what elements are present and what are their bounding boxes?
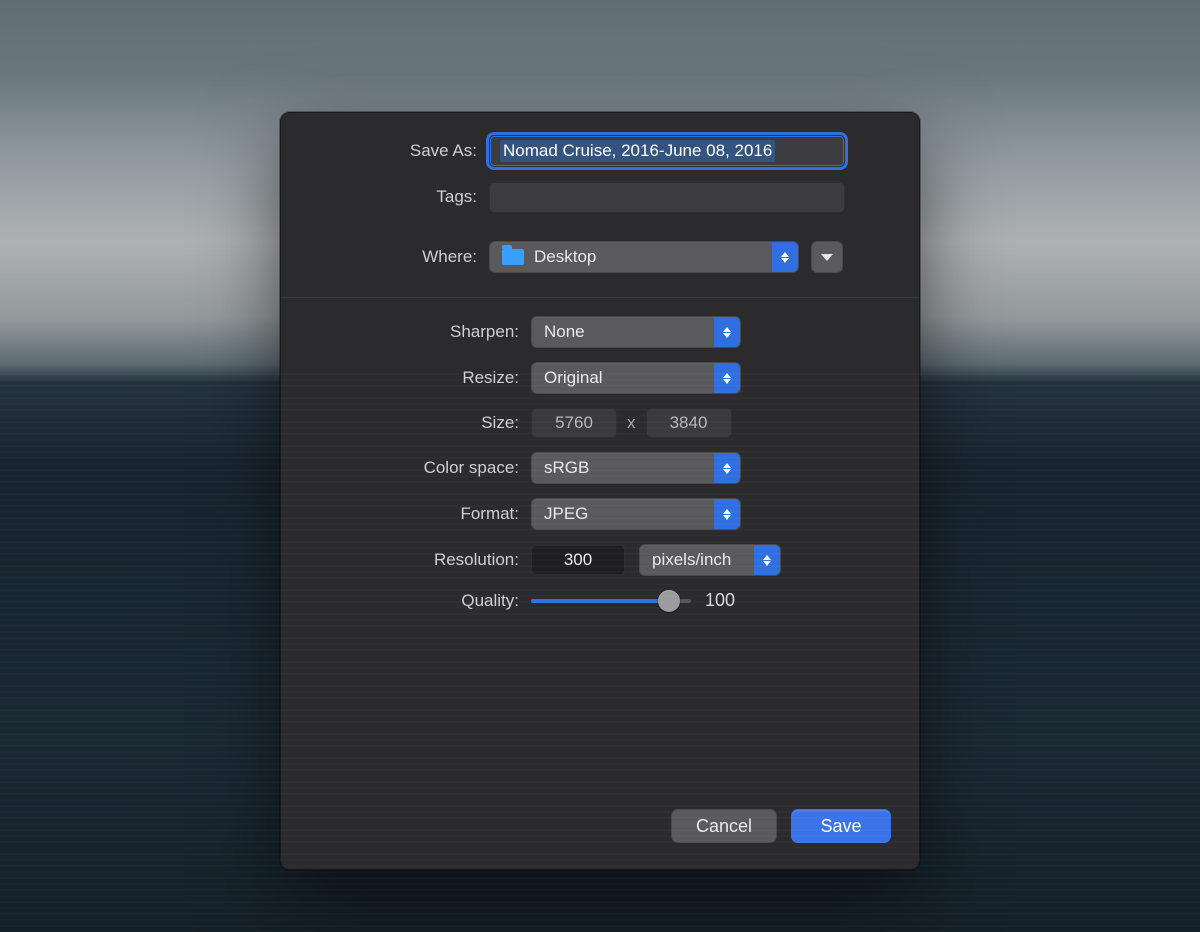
- stepper-icon: [714, 499, 740, 529]
- where-popup[interactable]: Desktop: [489, 241, 799, 273]
- where-label: Where:: [309, 247, 489, 267]
- spacer: [281, 621, 919, 809]
- quality-slider[interactable]: [531, 592, 691, 610]
- chevron-down-icon: [821, 254, 833, 261]
- slider-fill: [531, 599, 669, 603]
- sharpen-label: Sharpen:: [309, 322, 531, 342]
- tags-input[interactable]: [489, 181, 845, 213]
- stepper-icon: [754, 545, 780, 575]
- resolution-label: Resolution:: [309, 550, 531, 570]
- save-as-label: Save As:: [309, 141, 489, 161]
- resolution-unit-popup[interactable]: pixels/inch: [639, 544, 781, 576]
- width-input[interactable]: 5760: [531, 408, 617, 438]
- colorspace-popup[interactable]: sRGB: [531, 452, 741, 484]
- resize-popup[interactable]: Original: [531, 362, 741, 394]
- folder-icon: [502, 249, 524, 265]
- format-popup[interactable]: JPEG: [531, 498, 741, 530]
- colorspace-value: sRGB: [544, 458, 589, 478]
- save-dialog: Save As: Nomad Cruise, 2016-June 08, 201…: [280, 112, 920, 870]
- format-label: Format:: [309, 504, 531, 524]
- size-separator: x: [627, 413, 636, 433]
- height-input[interactable]: 3840: [646, 408, 732, 438]
- save-dialog-header: Save As: Nomad Cruise, 2016-June 08, 201…: [281, 113, 919, 297]
- filename-input[interactable]: Nomad Cruise, 2016-June 08, 2016: [489, 135, 845, 167]
- colorspace-label: Color space:: [309, 458, 531, 478]
- stepper-icon: [772, 242, 798, 272]
- sharpen-value: None: [544, 322, 585, 342]
- disclosure-button[interactable]: [811, 241, 843, 273]
- tags-label: Tags:: [309, 187, 489, 207]
- resize-value: Original: [544, 368, 603, 388]
- sharpen-popup[interactable]: None: [531, 316, 741, 348]
- export-options: Sharpen: None Resize: Original Size: 576…: [281, 297, 919, 621]
- slider-knob[interactable]: [658, 590, 680, 612]
- quality-label: Quality:: [309, 591, 531, 611]
- size-label: Size:: [309, 413, 531, 433]
- stepper-icon: [714, 363, 740, 393]
- format-value: JPEG: [544, 504, 588, 524]
- resolution-unit-value: pixels/inch: [652, 550, 731, 570]
- resize-label: Resize:: [309, 368, 531, 388]
- stepper-icon: [714, 453, 740, 483]
- filename-text: Nomad Cruise, 2016-June 08, 2016: [500, 140, 775, 162]
- resolution-input[interactable]: 300: [531, 545, 625, 575]
- cancel-button[interactable]: Cancel: [671, 809, 777, 843]
- stepper-icon: [714, 317, 740, 347]
- save-button[interactable]: Save: [791, 809, 891, 843]
- where-value: Desktop: [534, 247, 596, 267]
- quality-value: 100: [705, 590, 735, 611]
- dialog-buttons: Cancel Save: [281, 809, 919, 869]
